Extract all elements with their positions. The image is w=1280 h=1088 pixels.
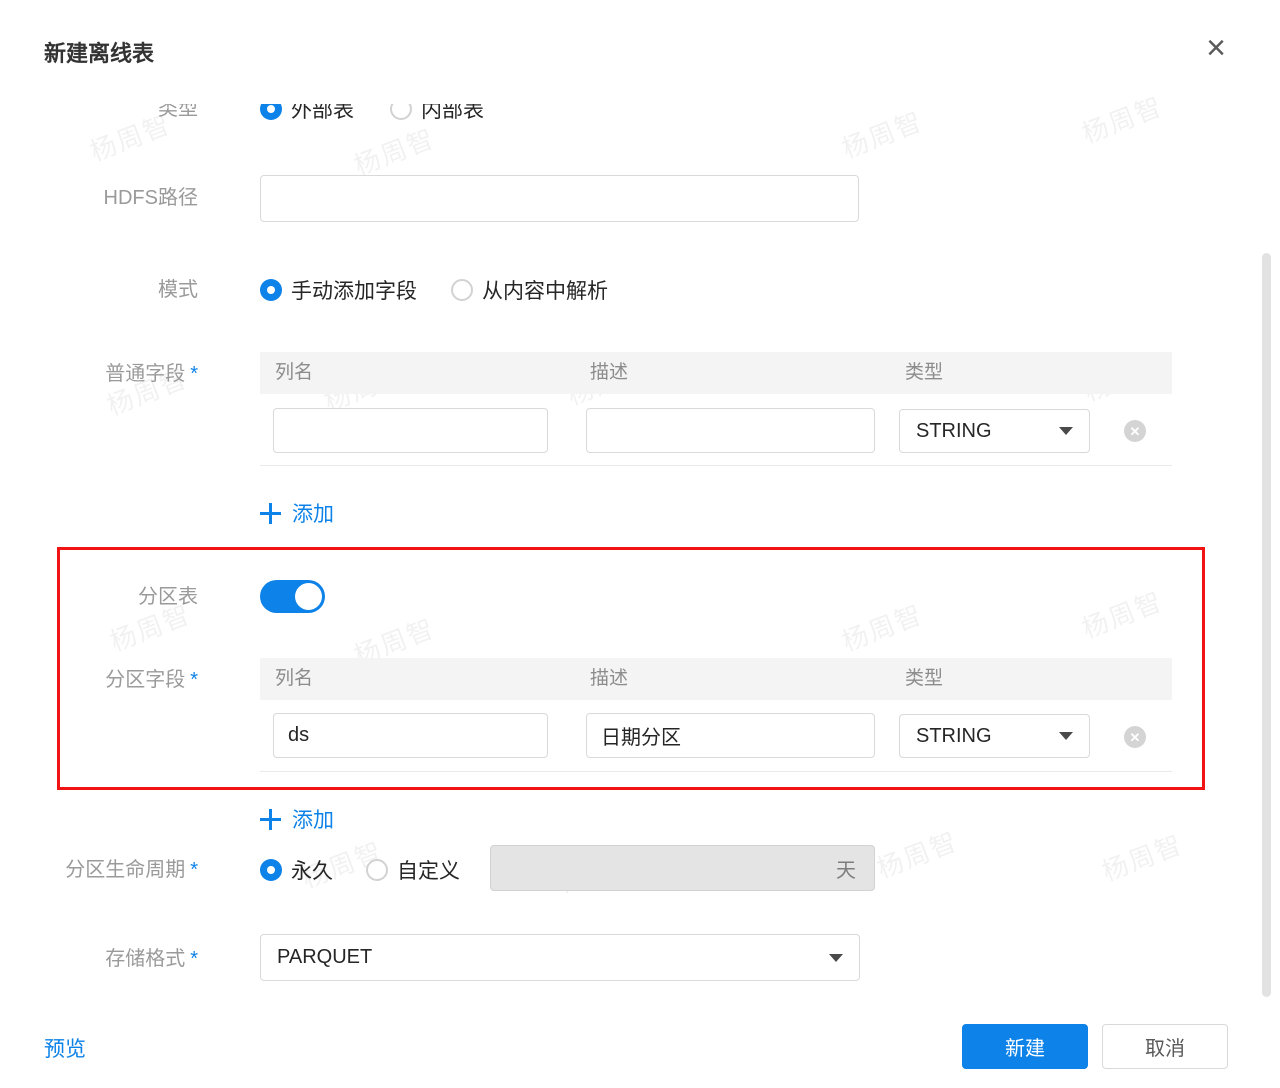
partition-fields-label: 分区字段 * [105,669,198,691]
plus-icon [260,502,281,524]
column-name-header: 列名 [275,668,314,689]
normal-field-type-select[interactable]: STRING [899,409,1090,453]
radio-parse-from-content-label[interactable]: 从内容中解析 [482,275,608,305]
radio-custom-label[interactable]: 自定义 [397,855,460,885]
delete-row-icon[interactable]: ✕ [1124,420,1146,442]
watermark-text: 杨周智 [1097,828,1188,887]
chevron-down-icon [1059,427,1073,435]
storage-format-select[interactable]: PARQUET [260,934,860,981]
radio-permanent[interactable] [260,859,282,881]
partition-lifecycle-label: 分区生命周期 * [65,859,198,881]
chevron-down-icon [829,953,843,962]
close-icon[interactable]: × [1196,28,1236,68]
add-partition-field-button[interactable]: 添加 [260,804,334,834]
partition-field-type-select[interactable]: STRING [899,714,1090,758]
normal-fields-header: 列名 描述 类型 [260,352,1172,394]
column-type-header: 类型 [905,668,944,689]
delete-row-icon[interactable]: ✕ [1124,726,1146,748]
column-name-header: 列名 [275,362,314,383]
type-row-clipped: 类型 外部表 内部表 [0,104,1280,124]
partition-field-name-input[interactable] [273,713,548,758]
column-type-header: 类型 [905,362,944,383]
storage-format-label: 存储格式 * [105,948,198,970]
type-label: 类型 [158,104,198,120]
radio-parse-from-content[interactable] [451,279,473,301]
cancel-button[interactable]: 取消 [1102,1024,1228,1069]
radio-permanent-label[interactable]: 永久 [291,855,333,885]
radio-internal-table[interactable] [390,104,412,120]
chevron-down-icon [1059,732,1073,740]
partition-table-toggle[interactable] [260,580,325,613]
watermark-text: 杨周智 [1077,585,1168,644]
preview-link[interactable]: 预览 [44,1033,86,1063]
unit-suffix: 天 [836,859,856,882]
mode-label: 模式 [158,279,198,301]
lifecycle-custom-input: 天 [490,845,875,891]
radio-external-table-label[interactable]: 外部表 [291,104,354,124]
create-button[interactable]: 新建 [962,1024,1088,1069]
create-offline-table-dialog: 杨周智杨周智杨周智杨周智杨周智杨周智杨周智杨周智杨周智杨周智杨周智杨周智杨周智杨… [0,0,1280,1088]
add-normal-field-button[interactable]: 添加 [260,498,334,528]
normal-field-desc-input[interactable] [586,408,875,453]
normal-fields-label: 普通字段 * [105,363,198,385]
partition-field-desc-input[interactable] [586,713,875,758]
watermark-text: 杨周智 [872,825,963,884]
radio-manual-add-fields-label[interactable]: 手动添加字段 [291,275,417,305]
radio-manual-add-fields[interactable] [260,279,282,301]
watermark-text: 杨周智 [837,598,928,657]
mode-radio-group: 手动添加字段 从内容中解析 [260,275,642,305]
partition-table-label: 分区表 [138,586,198,608]
radio-external-table[interactable] [260,104,282,120]
watermark-text: 杨周智 [349,122,440,181]
radio-custom[interactable] [366,859,388,881]
column-desc-header: 描述 [590,362,629,383]
hdfs-path-input[interactable] [260,175,859,222]
column-desc-header: 描述 [590,668,629,689]
dialog-title: 新建离线表 [44,41,155,66]
hdfs-path-label: HDFS路径 [103,187,198,209]
lifecycle-radio-group: 永久 自定义 [260,855,494,885]
normal-field-name-input[interactable] [273,408,548,453]
radio-internal-table-label[interactable]: 内部表 [421,104,484,124]
plus-icon [260,808,281,830]
partition-fields-header: 列名 描述 类型 [260,658,1172,700]
vertical-scrollbar[interactable] [1262,253,1271,997]
type-radio-group: 外部表 内部表 [260,104,518,124]
